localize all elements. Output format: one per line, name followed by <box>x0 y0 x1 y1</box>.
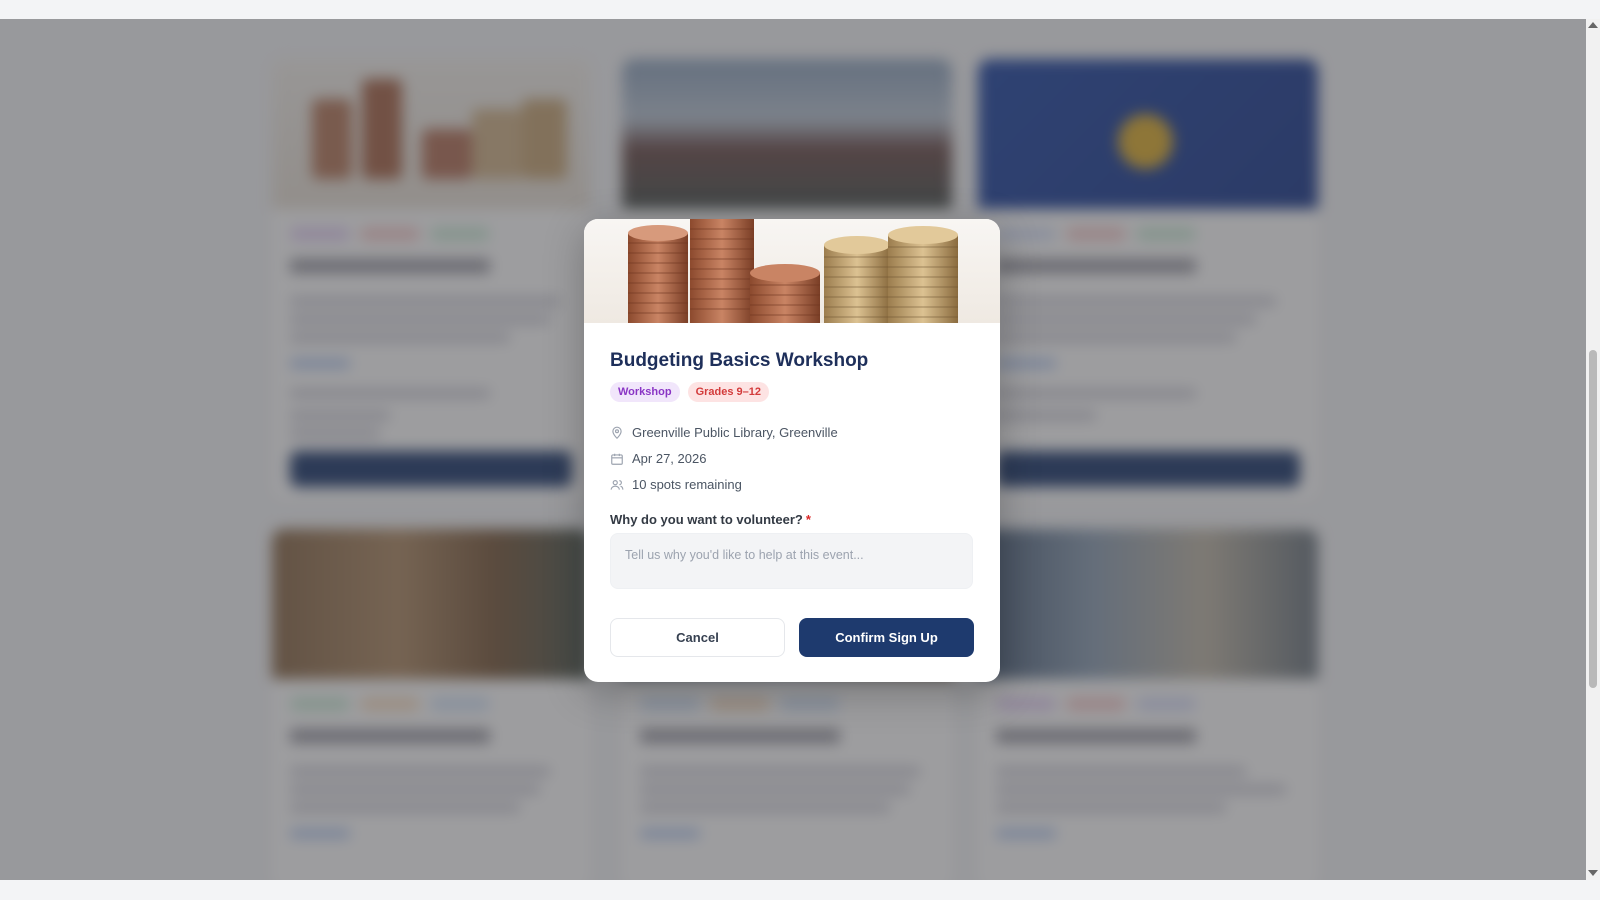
event-date: Apr 27, 2026 <box>632 451 707 466</box>
event-location: Greenville Public Library, Greenville <box>632 425 838 440</box>
volunteer-reason-input[interactable] <box>610 533 973 589</box>
spots-remaining: 10 spots remaining <box>632 477 742 492</box>
scroll-up-icon[interactable] <box>1588 22 1598 28</box>
event-spots-row: 10 spots remaining <box>610 477 742 492</box>
event-date-row: Apr 27, 2026 <box>610 451 706 466</box>
users-icon <box>610 479 624 490</box>
event-title: Budgeting Basics Workshop <box>610 350 869 371</box>
coin-stacks-illustration <box>628 219 958 323</box>
browser-bottom-strip <box>0 880 1600 900</box>
required-marker: * <box>805 512 811 527</box>
volunteer-signup-modal: Budgeting Basics Workshop Workshop Grade… <box>584 219 1000 682</box>
tag-grades: Grades 9–12 <box>687 382 770 402</box>
volunteer-reason-label: Why do you want to volunteer? * <box>610 512 811 527</box>
event-location-row: Greenville Public Library, Greenville <box>610 425 838 440</box>
volunteer-reason-label-text: Why do you want to volunteer? <box>610 512 803 527</box>
browser-top-strip <box>0 0 1600 19</box>
tag-workshop: Workshop <box>610 382 680 402</box>
event-hero-image <box>584 219 1000 323</box>
map-pin-icon <box>612 426 622 439</box>
calendar-icon <box>611 453 623 465</box>
scroll-down-icon[interactable] <box>1588 870 1598 876</box>
scrollbar-thumb[interactable] <box>1589 350 1597 688</box>
event-tags: Workshop Grades 9–12 <box>610 382 770 402</box>
confirm-signup-button[interactable]: Confirm Sign Up <box>799 618 974 657</box>
cancel-button[interactable]: Cancel <box>610 618 785 657</box>
